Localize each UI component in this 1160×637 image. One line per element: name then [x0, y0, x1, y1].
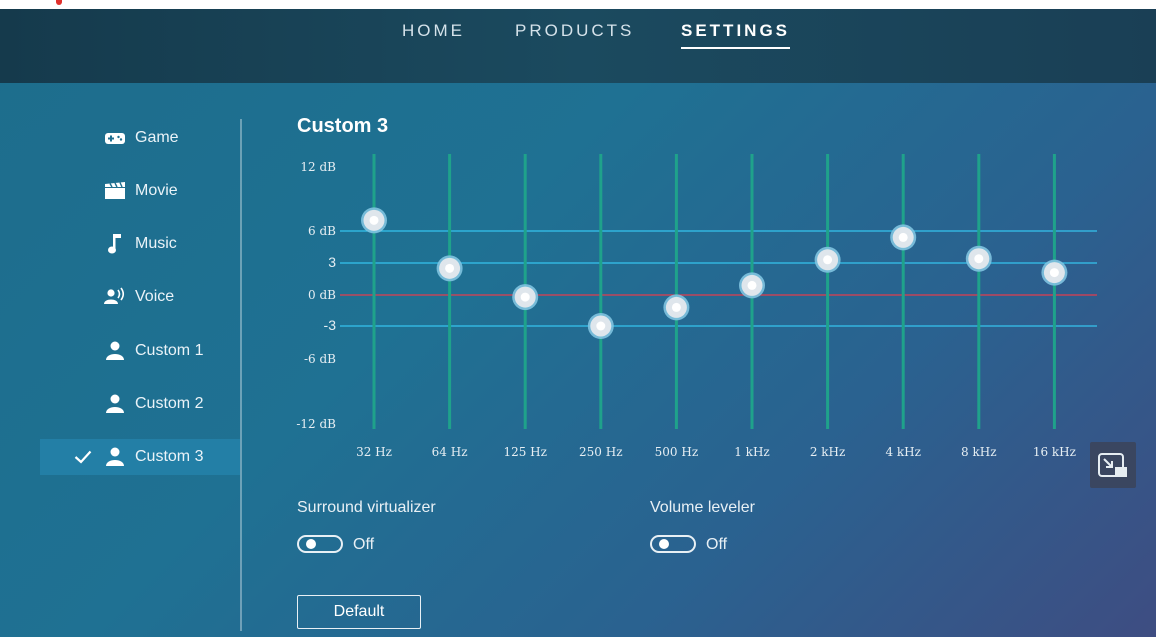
- surround-virtualizer-state: Off: [353, 536, 375, 553]
- x-tick-label: 64 Hz: [432, 445, 468, 459]
- default-button[interactable]: Default: [297, 595, 421, 629]
- window-indicator-dot: [56, 0, 62, 5]
- fit-screen-icon: [1098, 453, 1127, 477]
- x-tick-label: 125 Hz: [503, 445, 547, 459]
- eq-band-knob[interactable]: [512, 284, 539, 311]
- x-tick-label: 250 Hz: [579, 445, 623, 459]
- surround-virtualizer-label: Surround virtualizer: [297, 499, 436, 516]
- x-tick-label: 8 kHz: [961, 445, 997, 459]
- y-tick-label: 6 dB: [308, 224, 336, 238]
- eq-band-knob[interactable]: [587, 313, 614, 339]
- x-tick-label: 500 Hz: [655, 445, 699, 459]
- eq-band-knob[interactable]: [965, 245, 992, 272]
- eq-band-knob[interactable]: [739, 272, 765, 299]
- x-tick-label: 32 Hz: [356, 445, 392, 459]
- eq-band-knob[interactable]: [890, 224, 917, 251]
- x-tick-label: 4 kHz: [885, 445, 921, 459]
- eq-band-knob[interactable]: [1041, 259, 1068, 286]
- y-tick-label: -3: [324, 317, 337, 333]
- y-tick-label: 0 dB: [308, 288, 336, 302]
- y-tick-label: -12 dB: [296, 417, 336, 431]
- eq-band-knob[interactable]: [361, 207, 387, 234]
- fit-screen-button[interactable]: [1090, 442, 1136, 488]
- eq-band-knob[interactable]: [436, 255, 463, 282]
- toggle-knob: [659, 539, 669, 549]
- y-tick-label: -6 dB: [304, 352, 336, 366]
- equalizer: 12 dB 6 dB 3 0 dB -3 -6 dB -12 dB 32 Hz 64 Hz 12…: [296, 154, 1097, 459]
- x-tick-label: 1 kHz: [734, 445, 770, 459]
- y-tick-label: 12 dB: [300, 160, 336, 174]
- x-tick-label: 16 kHz: [1033, 445, 1076, 459]
- volume-leveler-label: Volume leveler: [650, 499, 755, 516]
- volume-leveler-state: Off: [706, 536, 728, 553]
- eq-band-knob[interactable]: [663, 294, 690, 321]
- x-tick-label: 2 kHz: [810, 445, 846, 459]
- surround-virtualizer-toggle[interactable]: [297, 535, 343, 553]
- y-tick-label: 3: [328, 254, 336, 270]
- toggle-knob: [306, 539, 316, 549]
- default-button-label: Default: [333, 603, 385, 620]
- volume-leveler-toggle[interactable]: [650, 535, 696, 553]
- eq-band-knob[interactable]: [814, 246, 841, 273]
- app-window: HOME PRODUCTS SETTINGS Game Movie Music …: [0, 9, 1156, 637]
